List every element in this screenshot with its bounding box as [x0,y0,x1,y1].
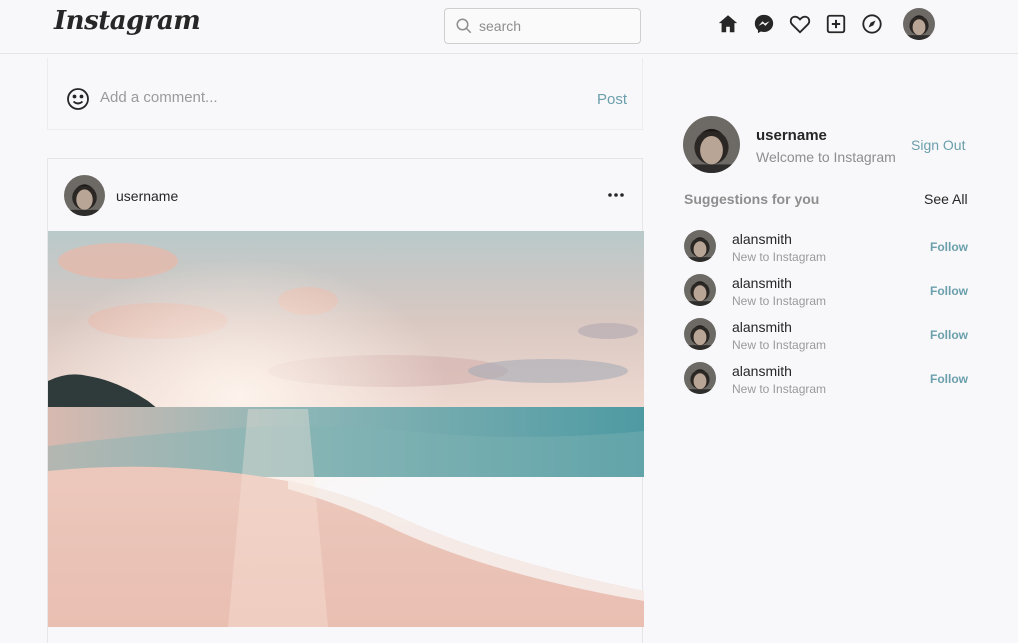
sign-out-button[interactable]: Sign Out [911,137,965,153]
post-comment-button[interactable]: Post [597,91,627,108]
post-author-avatar[interactable] [64,175,105,216]
suggestion-username[interactable]: alansmith [732,363,792,379]
post-card: username [47,158,644,643]
suggestion-subtitle: New to Instagram [732,382,827,396]
sidebar-profile-avatar[interactable] [683,116,740,173]
suggestion-avatar[interactable] [684,362,716,394]
nav-icons [716,12,896,36]
follow-button[interactable]: Follow [930,284,968,298]
suggestion-item: alansmith New to Instagram Follow [684,362,968,398]
suggestion-username[interactable]: alansmith [732,319,792,335]
top-nav-bar: Instagram [0,0,1018,54]
suggestion-subtitle: New to Instagram [732,294,827,308]
more-horizontal-icon[interactable] [606,185,626,205]
suggestions-title: Suggestions for you [684,191,820,207]
messenger-icon[interactable] [752,12,776,36]
search-icon [456,18,472,34]
home-icon[interactable] [716,12,740,36]
follow-button[interactable]: Follow [930,372,968,386]
suggestion-item: alansmith New to Instagram Follow [684,274,968,310]
heart-icon[interactable] [788,12,812,36]
comment-box: Post [47,58,643,130]
comment-input[interactable] [100,89,550,106]
post-image[interactable] [48,231,644,627]
follow-button[interactable]: Follow [930,328,968,342]
see-all-link[interactable]: See All [924,191,968,207]
suggestion-avatar[interactable] [684,274,716,306]
profile-avatar-nav[interactable] [903,8,935,40]
explore-icon[interactable] [860,12,884,36]
sidebar-profile-username[interactable]: username [756,127,827,144]
suggestion-subtitle: New to Instagram [732,338,827,352]
suggestion-avatar[interactable] [684,230,716,262]
suggestion-subtitle: New to Instagram [732,250,827,264]
smiley-icon[interactable] [66,87,90,111]
instagram-logo[interactable]: Instagram [54,6,201,36]
post-author-username[interactable]: username [116,188,178,204]
suggestion-item: alansmith New to Instagram Follow [684,318,968,354]
suggestion-username[interactable]: alansmith [732,231,792,247]
suggestion-avatar[interactable] [684,318,716,350]
follow-button[interactable]: Follow [930,240,968,254]
sidebar-profile-subtitle: Welcome to Instagram [756,149,896,165]
search-input[interactable] [479,18,629,34]
suggestion-item: alansmith New to Instagram Follow [684,230,968,266]
suggestion-username[interactable]: alansmith [732,275,792,291]
add-post-icon[interactable] [824,12,848,36]
search-box[interactable] [444,8,641,44]
